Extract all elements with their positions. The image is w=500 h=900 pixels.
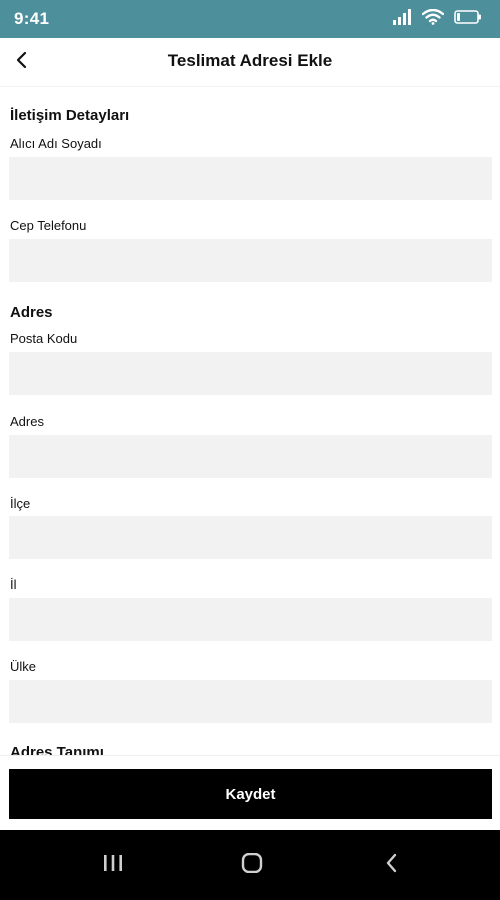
- back-icon: [385, 853, 399, 878]
- status-icons: [392, 9, 482, 25]
- contact-section-title: İletişim Detayları: [10, 107, 130, 124]
- mobile-phone-input[interactable]: [9, 239, 492, 282]
- app-header: Teslimat Adresi Ekle: [0, 38, 500, 87]
- address-label: Adres: [10, 414, 44, 429]
- country-label: Ülke: [10, 659, 37, 674]
- system-back-button[interactable]: [374, 847, 410, 883]
- recipient-name-label: Alıcı Adı Soyadı: [10, 136, 102, 151]
- bottom-action-bar: Kaydet: [0, 755, 500, 831]
- address-form[interactable]: İletişim Detayları Alıcı Adı Soyadı Cep …: [0, 87, 500, 755]
- status-time: 9:41: [14, 9, 50, 28]
- status-bar: 9:41: [0, 0, 500, 38]
- mobile-phone-label: Cep Telefonu: [10, 218, 87, 233]
- district-label: İlçe: [10, 496, 31, 511]
- district-input[interactable]: [9, 516, 492, 559]
- recent-apps-icon: [102, 854, 124, 877]
- city-input[interactable]: [9, 598, 492, 641]
- recent-apps-button[interactable]: [95, 847, 131, 883]
- save-button[interactable]: Kaydet: [9, 769, 492, 819]
- home-icon: [241, 852, 263, 878]
- postal-code-input[interactable]: [9, 352, 492, 395]
- address-definition-title: Adres Tanımı: [10, 744, 104, 755]
- system-nav-bar: [0, 830, 500, 900]
- battery-icon: [454, 9, 482, 25]
- home-button[interactable]: [234, 847, 270, 883]
- country-input[interactable]: [9, 680, 492, 723]
- address-section-title: Adres: [10, 304, 53, 321]
- recipient-name-input[interactable]: [9, 157, 492, 200]
- city-label: İl: [10, 577, 17, 592]
- signal-icon: [392, 9, 412, 25]
- wifi-icon: [422, 9, 444, 25]
- postal-code-label: Posta Kodu: [10, 331, 78, 346]
- page-title: Teslimat Adresi Ekle: [167, 51, 333, 70]
- address-input[interactable]: [9, 435, 492, 478]
